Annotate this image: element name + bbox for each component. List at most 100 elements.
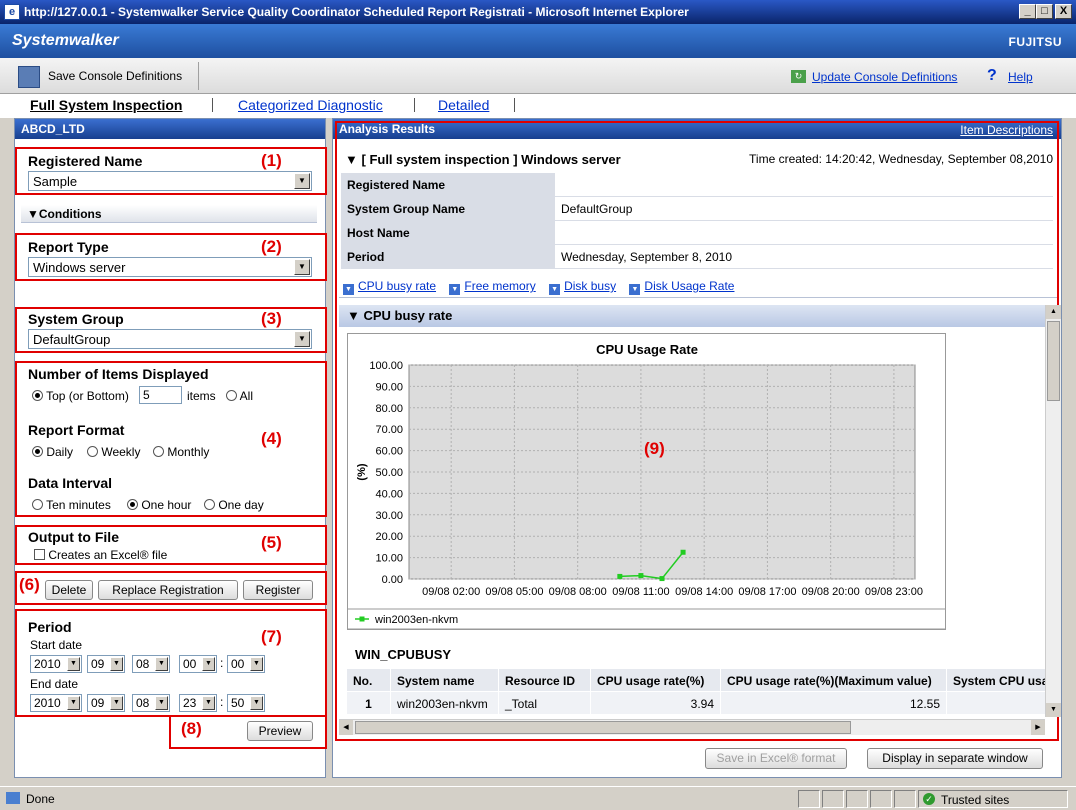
start-year-value: 2010: [34, 657, 61, 671]
zone-cell: ✓ Trusted sites: [918, 790, 1068, 808]
start-minute-select[interactable]: 00 ▼: [227, 655, 265, 673]
radio-one-day[interactable]: [204, 499, 215, 510]
minimize-button[interactable]: _: [1019, 4, 1036, 19]
chevron-down-icon[interactable]: ▼: [67, 696, 80, 710]
excel-checkbox[interactable]: [34, 549, 45, 560]
radio-top[interactable]: [32, 390, 43, 401]
anchor-cpu-busy[interactable]: CPU busy rate: [358, 279, 436, 293]
registered-name-select[interactable]: Sample ▼: [28, 171, 312, 191]
radio-monthly[interactable]: [153, 446, 164, 457]
chevron-down-icon[interactable]: ▼: [202, 696, 215, 710]
excel-checkbox-label: Creates an Excel® file: [48, 548, 168, 562]
maximize-button[interactable]: □: [1036, 4, 1053, 19]
one-day-option[interactable]: One day: [204, 498, 264, 512]
close-button[interactable]: X: [1055, 4, 1072, 19]
marker-8: (8): [181, 719, 202, 738]
chevron-down-icon[interactable]: ▼: [294, 331, 310, 347]
report-type-select[interactable]: Windows server ▼: [28, 257, 312, 277]
save-excel-button[interactable]: Save in Excel® format: [705, 748, 847, 769]
y-tick-label: 30.00: [375, 510, 403, 522]
chevron-down-icon[interactable]: ▼: [155, 696, 168, 710]
cpu-usage-chart: CPU Usage Rate (%) 100.00 90.00 80.00 70.00 60…: [347, 333, 946, 630]
anchor-free-memory[interactable]: Free memory: [464, 279, 535, 293]
ten-minutes-option[interactable]: Ten minutes: [32, 498, 111, 512]
chevron-down-icon[interactable]: ▼: [250, 696, 263, 710]
triangle-down-icon[interactable]: ▼: [345, 152, 358, 167]
chevron-down-icon[interactable]: ▼: [155, 657, 168, 671]
anchor-disk-usage[interactable]: Disk Usage Rate: [644, 279, 734, 293]
tab-full-system-inspection[interactable]: Full System Inspection: [30, 97, 182, 113]
chevron-down-icon[interactable]: ▼: [67, 657, 80, 671]
start-day-value: 08: [136, 657, 150, 671]
y-tick-label: 100.00: [369, 360, 403, 372]
start-year-select[interactable]: 2010 ▼: [30, 655, 82, 673]
column-header: CPU usage rate(%)(Maximum value): [721, 669, 947, 691]
one-hour-option[interactable]: One hour: [127, 498, 191, 512]
end-minute-select[interactable]: 50 ▼: [227, 694, 265, 712]
conditions-toggle[interactable]: ▼Conditions: [21, 205, 317, 223]
help-icon[interactable]: ?: [987, 67, 997, 85]
registered-name-section: Registered Name (1) Sample ▼: [15, 147, 327, 195]
info-value: [555, 221, 1053, 245]
start-hour-value: 00: [183, 657, 197, 671]
radio-weekly[interactable]: [87, 446, 98, 457]
separate-window-button[interactable]: Display in separate window: [867, 748, 1043, 769]
end-year-select[interactable]: 2010 ▼: [30, 694, 82, 712]
scroll-down-icon[interactable]: ▼: [1046, 703, 1061, 717]
all-option[interactable]: All: [226, 389, 253, 403]
scroll-right-icon[interactable]: ▶: [1031, 720, 1045, 735]
items-count-input[interactable]: 5: [139, 386, 182, 404]
end-day-select[interactable]: 08 ▼: [132, 694, 170, 712]
radio-ten-minutes[interactable]: [32, 499, 43, 510]
all-label: All: [239, 389, 254, 403]
start-day-select[interactable]: 08 ▼: [132, 655, 170, 673]
chevron-down-icon[interactable]: ▼: [250, 657, 263, 671]
start-month-value: 09: [91, 657, 105, 671]
start-hour-select[interactable]: 00 ▼: [179, 655, 217, 673]
horizontal-scrollbar[interactable]: ◀ ▶: [339, 719, 1045, 735]
update-console-link[interactable]: Update Console Definitions: [812, 70, 957, 84]
help-link[interactable]: Help: [1008, 70, 1033, 84]
time-colon: :: [220, 695, 224, 709]
end-hour-select[interactable]: 23 ▼: [179, 694, 217, 712]
radio-daily[interactable]: [32, 446, 43, 457]
tab-categorized-diagnostic[interactable]: Categorized Diagnostic: [238, 97, 383, 113]
scroll-thumb[interactable]: [355, 721, 851, 734]
status-cell: [894, 790, 916, 808]
replace-registration-button[interactable]: Replace Registration: [98, 580, 238, 600]
period-label: Period: [28, 619, 72, 635]
top-bottom-option[interactable]: Top (or Bottom): [32, 389, 129, 403]
system-group-select[interactable]: DefaultGroup ▼: [28, 329, 312, 349]
data-point: [659, 576, 665, 582]
monthly-option[interactable]: Monthly: [153, 445, 209, 459]
vertical-scrollbar[interactable]: ▲ ▼: [1045, 305, 1061, 717]
weekly-option[interactable]: Weekly: [87, 445, 140, 459]
item-descriptions-link[interactable]: Item Descriptions: [960, 123, 1053, 137]
scroll-thumb[interactable]: [1047, 321, 1060, 401]
daily-option[interactable]: Daily: [32, 445, 73, 459]
chevron-down-icon[interactable]: ▼: [202, 657, 215, 671]
refresh-icon[interactable]: ↻: [791, 70, 806, 83]
scroll-left-icon[interactable]: ◀: [339, 720, 353, 735]
save-console-icon[interactable]: [18, 66, 40, 88]
delete-button[interactable]: Delete: [45, 580, 93, 600]
excel-option[interactable]: Creates an Excel® file: [34, 548, 167, 562]
radio-one-hour[interactable]: [127, 499, 138, 510]
save-console-button[interactable]: Save Console Definitions: [48, 69, 182, 83]
start-month-select[interactable]: 09 ▼: [87, 655, 125, 673]
tab-detailed[interactable]: Detailed: [438, 97, 489, 113]
preview-button[interactable]: Preview: [247, 721, 313, 741]
radio-all[interactable]: [226, 390, 237, 401]
display-options-section: Number of Items Displayed Top (or Bottom…: [15, 361, 327, 517]
status-text: Done: [26, 792, 55, 806]
scroll-up-icon[interactable]: ▲: [1046, 305, 1061, 319]
register-button[interactable]: Register: [243, 580, 313, 600]
column-header: No.: [347, 669, 391, 691]
chevron-down-icon[interactable]: ▼: [294, 173, 310, 189]
chevron-down-icon[interactable]: ▼: [294, 259, 310, 275]
end-month-select[interactable]: 09 ▼: [87, 694, 125, 712]
anchor-disk-busy[interactable]: Disk busy: [564, 279, 616, 293]
cpu-section-header[interactable]: ▼ CPU busy rate: [339, 305, 1051, 327]
chevron-down-icon[interactable]: ▼: [110, 657, 123, 671]
chevron-down-icon[interactable]: ▼: [110, 696, 123, 710]
